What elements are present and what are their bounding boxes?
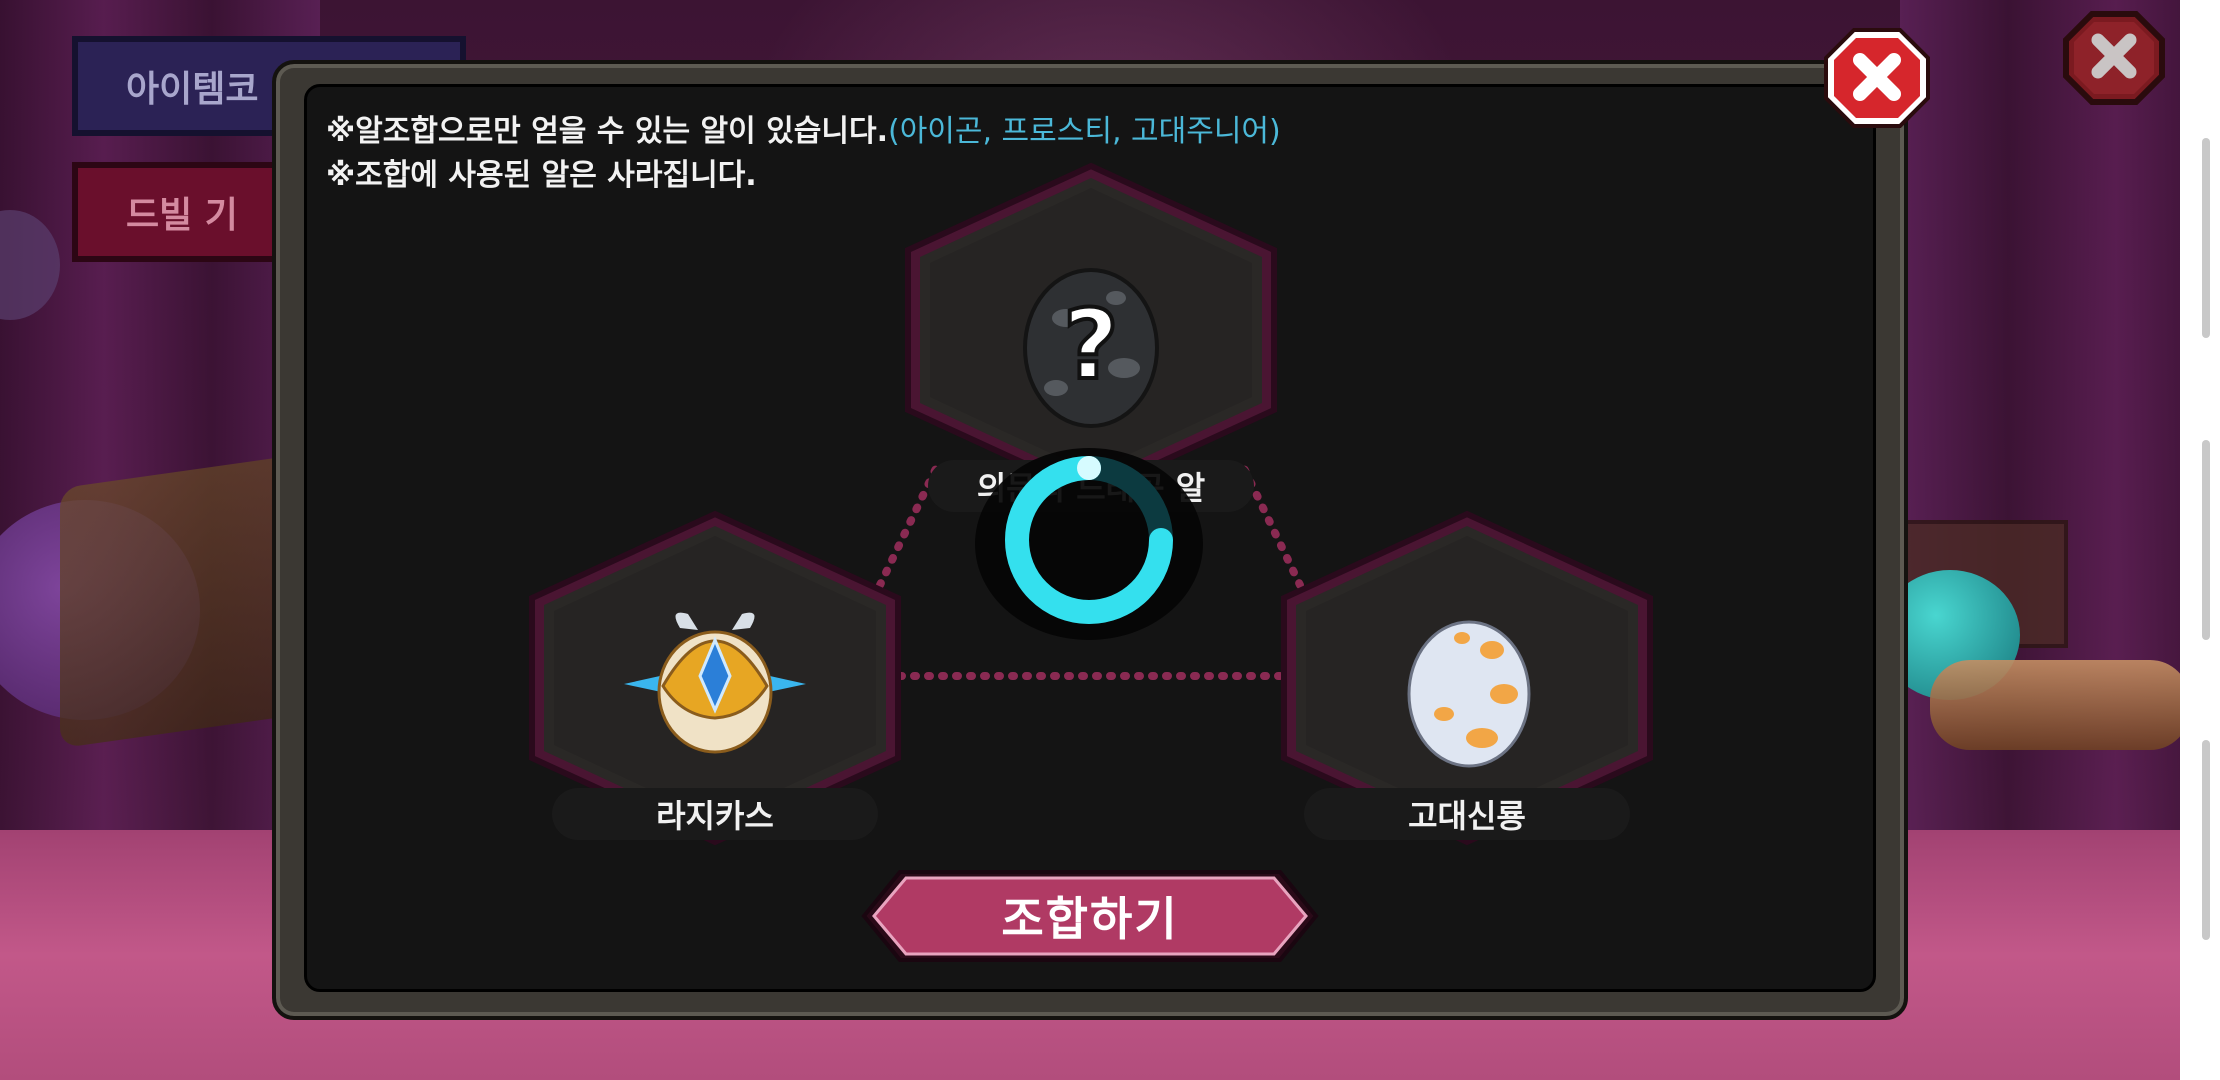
loading-spinner-icon — [975, 448, 1203, 640]
outer-close-button[interactable] — [2062, 10, 2166, 106]
devil-button-label: 드빌 기 — [126, 195, 238, 236]
scrollbar-thumb-2[interactable] — [2202, 440, 2210, 640]
question-egg-icon: ? — [1023, 268, 1159, 428]
notice-line-1: ※알조합으로만 얻을 수 있는 알이 있습니다.(아이곤, 프로스티, 고대주니… — [326, 106, 1281, 150]
close-icon — [2063, 11, 2165, 105]
left-egg-label: 라지카스 — [552, 788, 878, 840]
right-egg-label: 고대신룡 — [1304, 788, 1630, 840]
exclusive-eggs-highlight: (아이곤, 프로스티, 고대주니어) — [887, 114, 1281, 149]
scroll-decoration — [1930, 660, 2190, 750]
golden-armored-egg-icon — [624, 612, 806, 754]
combine-button[interactable]: 조합하기 — [860, 868, 1320, 964]
notice-line-1-text: ※알조합으로만 얻을 수 있는 알이 있습니다. — [326, 114, 888, 149]
svg-text:?: ? — [1063, 289, 1119, 401]
combine-button-label: 조합하기 — [1001, 892, 1179, 946]
dialog-close-button[interactable] — [1822, 26, 1932, 130]
scrollbar-thumb-1[interactable] — [2202, 138, 2210, 338]
item-code-button-label: 아이템코 — [126, 69, 259, 110]
side-scrollbar — [2180, 0, 2220, 1080]
spotted-white-egg-icon — [1407, 620, 1531, 768]
close-icon — [1824, 28, 1930, 128]
scrollbar-thumb-3[interactable] — [2202, 740, 2210, 940]
notice-line-2: ※조합에 사용된 알은 사라집니다. — [326, 158, 757, 193]
